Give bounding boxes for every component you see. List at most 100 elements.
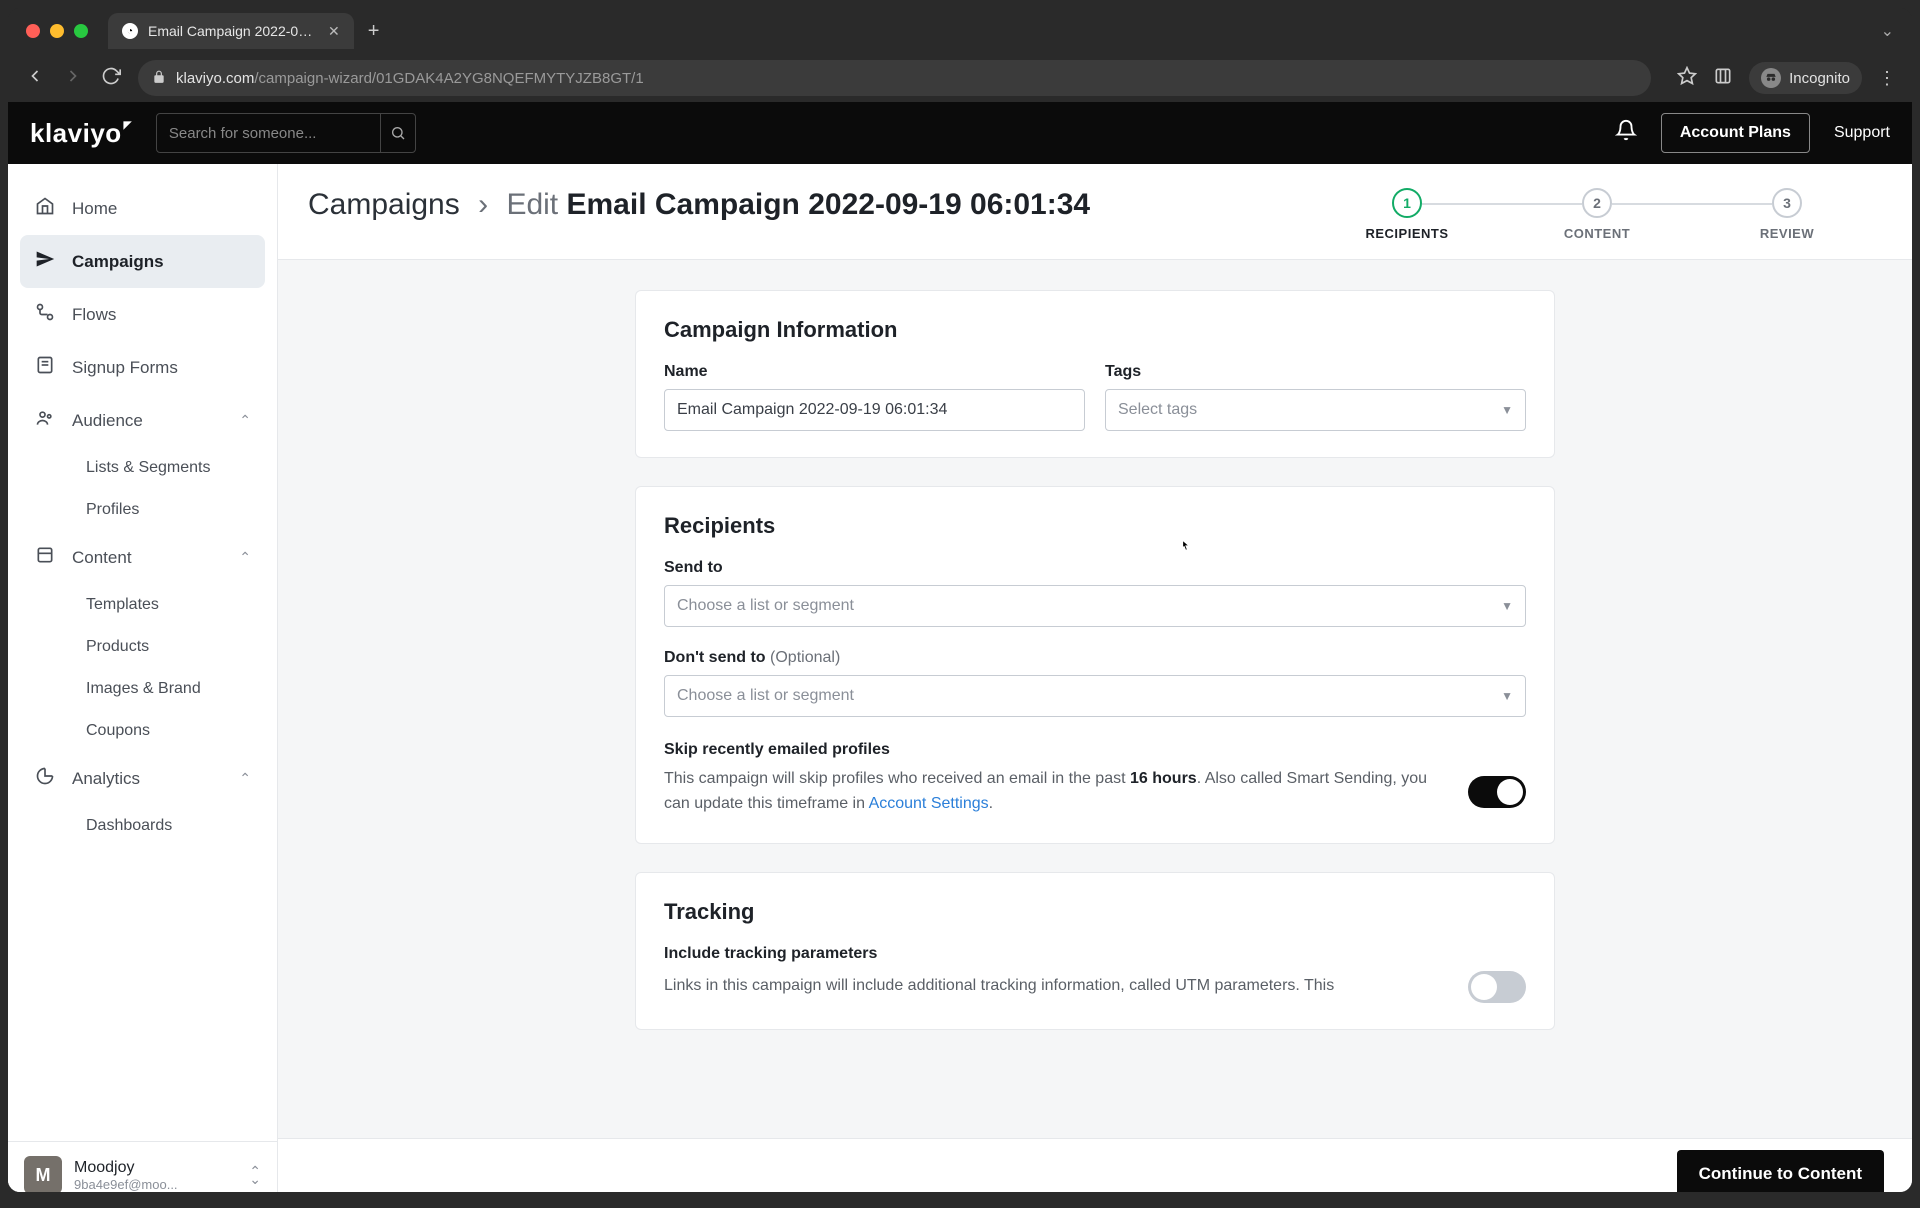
skip-profiles-toggle[interactable] — [1468, 776, 1526, 808]
support-link[interactable]: Support — [1834, 124, 1890, 142]
app-header: klaviyo◤ Account Plans Support — [8, 102, 1912, 164]
send-to-select[interactable]: Choose a list or segment ▼ — [664, 585, 1526, 627]
account-settings-link[interactable]: Account Settings — [869, 795, 989, 812]
skip-profiles-heading: Skip recently emailed profiles — [664, 741, 1526, 759]
minimize-window-button[interactable] — [50, 24, 64, 38]
sidebar-item-label: Content — [72, 548, 132, 568]
sidebar-item-label: Lists & Segments — [86, 459, 211, 477]
browser-chrome: ◔ Email Campaign 2022-09-19 0 ✕ + ⌄ — [8, 8, 1912, 102]
sidebar-item-profiles[interactable]: Profiles — [72, 489, 265, 531]
select-placeholder: Choose a list or segment — [677, 687, 854, 705]
sidebar-item-signup-forms[interactable]: Signup Forms — [20, 341, 265, 394]
sidebar-item-images-brand[interactable]: Images & Brand — [72, 668, 265, 710]
sidebar-item-campaigns[interactable]: Campaigns — [20, 235, 265, 288]
sidebar-item-label: Profiles — [86, 501, 139, 519]
sidebar-item-dashboards[interactable]: Dashboards — [72, 805, 265, 847]
extensions-icon[interactable] — [1713, 66, 1733, 91]
forward-button[interactable] — [62, 66, 84, 91]
sidebar-item-label: Campaigns — [72, 252, 164, 272]
tab-list-chevron-icon[interactable]: ⌄ — [1881, 21, 1904, 41]
sidebar: Home Campaigns Flows Signup Forms Audien… — [8, 164, 278, 1192]
reload-button[interactable] — [100, 66, 122, 91]
tags-label: Tags — [1105, 363, 1526, 381]
tags-select[interactable]: Select tags ▼ — [1105, 389, 1526, 431]
breadcrumb-root[interactable]: Campaigns — [308, 188, 460, 221]
chevron-up-icon: ⌃ — [239, 549, 251, 566]
browser-menu-icon[interactable]: ⋮ — [1878, 68, 1896, 89]
dont-send-to-select[interactable]: Choose a list or segment ▼ — [664, 675, 1526, 717]
breadcrumb-separator-icon: › — [478, 188, 488, 221]
new-tab-button[interactable]: + — [354, 20, 394, 43]
audience-icon — [34, 408, 56, 433]
notifications-bell-icon[interactable] — [1615, 119, 1637, 147]
sidebar-item-products[interactable]: Products — [72, 626, 265, 668]
sidebar-item-flows[interactable]: Flows — [20, 288, 265, 341]
sidebar-item-label: Dashboards — [86, 817, 172, 835]
bottom-action-bar: Continue to Content — [278, 1138, 1912, 1192]
incognito-badge[interactable]: Incognito — [1749, 62, 1862, 94]
edit-prefix: Edit — [506, 188, 558, 221]
tab-title: Email Campaign 2022-09-19 0 — [148, 23, 318, 39]
incognito-label: Incognito — [1789, 70, 1850, 87]
step-label: RECIPIENTS — [1365, 226, 1448, 241]
sidebar-item-coupons[interactable]: Coupons — [72, 710, 265, 752]
form-icon — [34, 355, 56, 380]
chevron-up-icon: ⌃ — [239, 770, 251, 787]
maximize-window-button[interactable] — [74, 24, 88, 38]
caret-down-icon: ▼ — [1501, 403, 1513, 417]
sidebar-item-home[interactable]: Home — [20, 182, 265, 235]
bookmark-star-icon[interactable] — [1677, 66, 1697, 91]
account-switcher[interactable]: M Moodjoy 9ba4e9ef@moo... ⌃⌄ — [8, 1141, 277, 1192]
breadcrumb: Campaigns › Edit Email Campaign 2022-09-… — [308, 188, 1090, 222]
close-tab-icon[interactable]: ✕ — [328, 23, 340, 40]
close-window-button[interactable] — [26, 24, 40, 38]
step-review[interactable]: 3 REVIEW — [1692, 188, 1882, 241]
browser-tab[interactable]: ◔ Email Campaign 2022-09-19 0 ✕ — [108, 13, 354, 49]
avatar: M — [24, 1156, 62, 1192]
continue-button[interactable]: Continue to Content — [1677, 1150, 1884, 1193]
logo[interactable]: klaviyo◤ — [30, 118, 132, 149]
name-label: Name — [664, 363, 1085, 381]
search-box[interactable] — [156, 113, 416, 153]
incognito-icon — [1761, 68, 1781, 88]
user-name: Moodjoy — [74, 1159, 237, 1177]
recipients-card: Recipients Send to Choose a list or segm… — [635, 486, 1555, 844]
sidebar-item-templates[interactable]: Templates — [72, 584, 265, 626]
page-scroll[interactable]: Campaign Information Name Tags Select ta… — [278, 260, 1912, 1192]
sidebar-item-content[interactable]: Content ⌃ — [20, 531, 265, 584]
search-input[interactable] — [157, 125, 380, 142]
tracking-toggle[interactable] — [1468, 971, 1526, 1003]
sidebar-item-lists-segments[interactable]: Lists & Segments — [72, 447, 265, 489]
sidebar-item-label: Analytics — [72, 769, 140, 789]
step-content[interactable]: 2 CONTENT — [1502, 188, 1692, 241]
send-icon — [34, 249, 56, 274]
sidebar-item-audience[interactable]: Audience ⌃ — [20, 394, 265, 447]
chevron-up-icon: ⌃ — [239, 412, 251, 429]
sidebar-item-label: Signup Forms — [72, 358, 178, 378]
address-bar[interactable]: klaviyo.com/campaign-wizard/01GDAK4A2YG8… — [138, 60, 1651, 96]
step-number: 1 — [1392, 188, 1422, 218]
skip-profiles-description: This campaign will skip profiles who rec… — [664, 767, 1444, 817]
search-button[interactable] — [380, 114, 415, 152]
send-to-label: Send to — [664, 559, 1526, 577]
logo-accent-icon: ◤ — [124, 120, 132, 131]
account-plans-button[interactable]: Account Plans — [1661, 113, 1810, 153]
campaign-name-input[interactable] — [664, 389, 1085, 431]
sidebar-item-analytics[interactable]: Analytics ⌃ — [20, 752, 265, 805]
dont-send-to-label: Don't send to (Optional) — [664, 649, 1526, 667]
back-button[interactable] — [24, 66, 46, 91]
step-label: CONTENT — [1564, 226, 1630, 241]
tracking-card: Tracking Include tracking parameters Lin… — [635, 872, 1555, 1030]
step-number: 3 — [1772, 188, 1802, 218]
caret-down-icon: ▼ — [1501, 689, 1513, 703]
step-recipients[interactable]: 1 RECIPIENTS — [1312, 188, 1502, 241]
card-heading: Tracking — [664, 899, 1526, 925]
content-icon — [34, 545, 56, 570]
tracking-description: Links in this campaign will include addi… — [664, 974, 1444, 999]
sidebar-item-label: Home — [72, 199, 117, 219]
sidebar-item-label: Products — [86, 638, 149, 656]
user-email: 9ba4e9ef@moo... — [74, 1177, 237, 1192]
step-number: 2 — [1582, 188, 1612, 218]
sort-icon: ⌃⌄ — [249, 1167, 261, 1183]
favicon-icon: ◔ — [122, 23, 138, 39]
